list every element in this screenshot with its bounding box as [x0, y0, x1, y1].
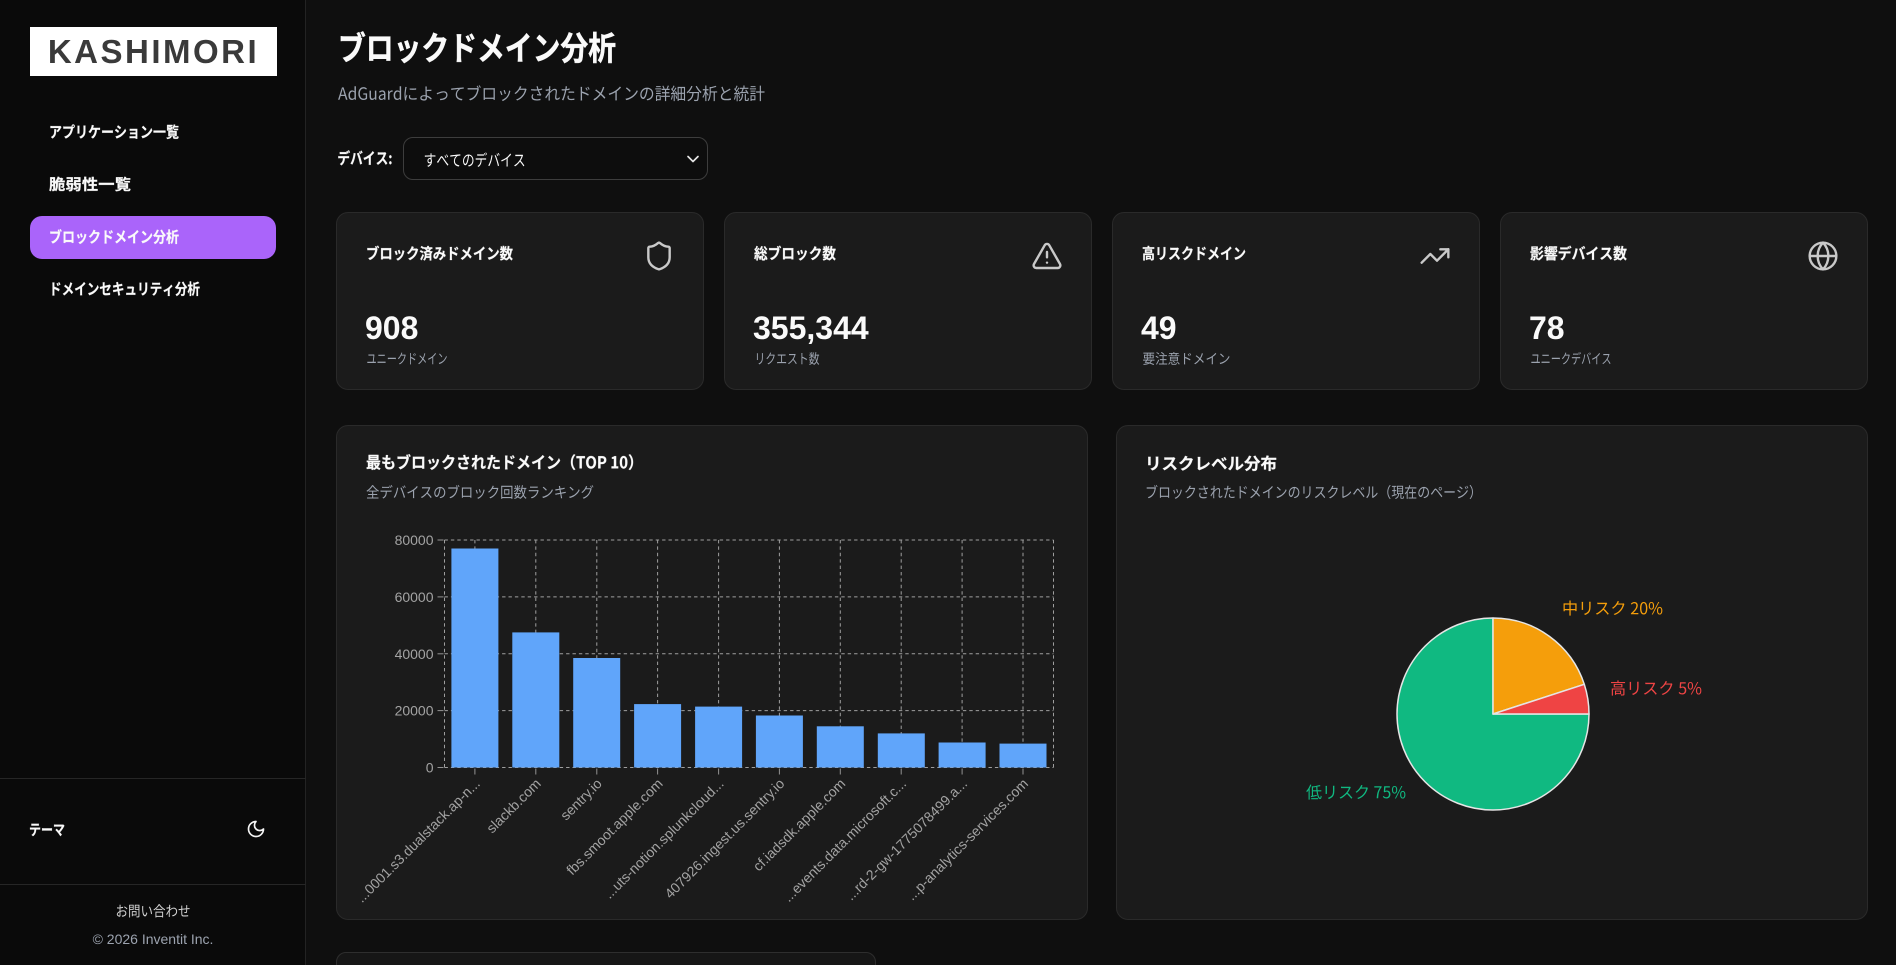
svg-text:0: 0 [426, 760, 434, 776]
svg-text:20000: 20000 [395, 703, 434, 719]
svg-text:...0001.s3.dualstack.ap-n...: ...0001.s3.dualstack.ap-n... [353, 775, 483, 905]
svg-text:slackb.com: slackb.com [483, 775, 544, 836]
svg-text:...p-analytics-services.com: ...p-analytics-services.com [903, 775, 1031, 903]
svg-text:sentry.io: sentry.io [557, 775, 605, 823]
svg-text:40000: 40000 [395, 646, 434, 662]
svg-text:...uts-notion.splunkcloud...: ...uts-notion.splunkcloud... [600, 775, 726, 901]
svg-text:407926.ingest.us.sentry.io: 407926.ingest.us.sentry.io [661, 775, 787, 901]
svg-text:60000: 60000 [395, 589, 434, 605]
svg-text:...events.data.microsoft.c...: ...events.data.microsoft.c... [780, 775, 910, 905]
svg-text:...rd-2-gw-1775078499.a...: ...rd-2-gw-1775078499.a... [842, 775, 970, 903]
svg-text:80000: 80000 [395, 532, 434, 548]
